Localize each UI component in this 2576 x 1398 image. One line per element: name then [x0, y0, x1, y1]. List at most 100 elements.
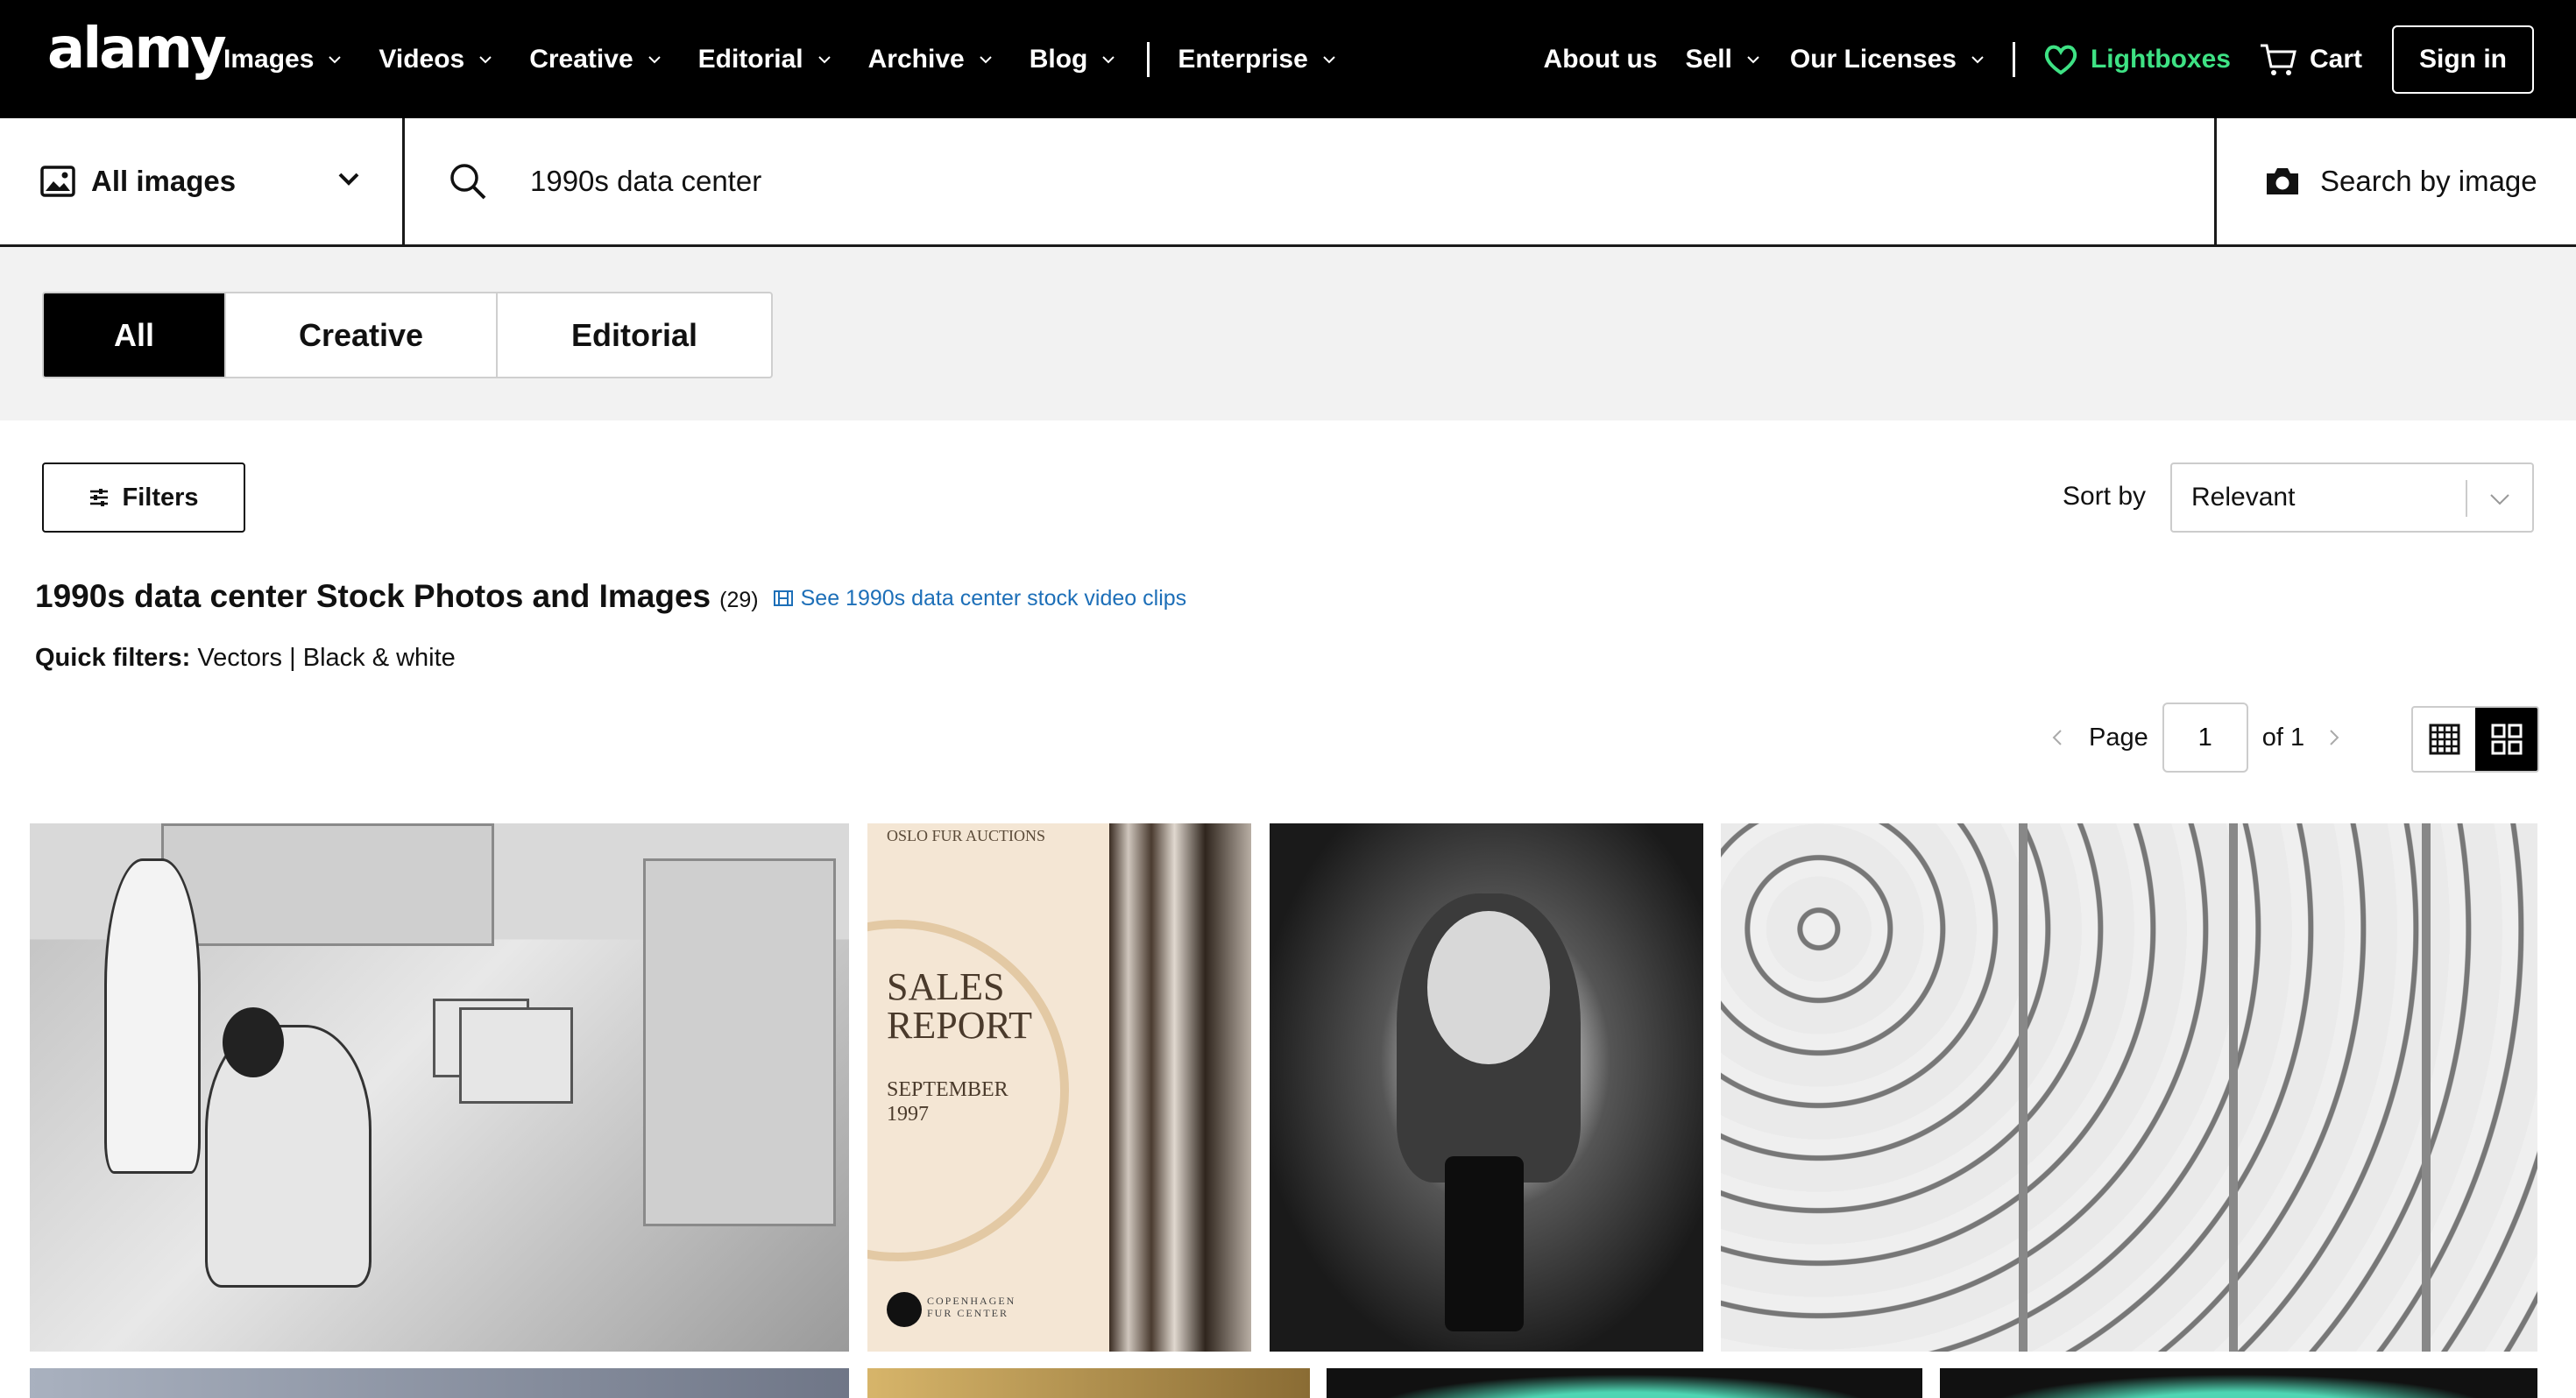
- search-input[interactable]: [530, 155, 2195, 208]
- rack-post: [2229, 823, 2238, 1352]
- search-bar: All images Search by image: [0, 118, 2576, 247]
- view-toggle: [2411, 706, 2539, 773]
- face: [1427, 911, 1550, 1064]
- quick-filters-label: Quick filters:: [35, 644, 191, 672]
- chevron-down-icon: [329, 55, 342, 63]
- quick-filters: Quick filters: Vectors | Black & white: [35, 644, 456, 673]
- nav-about-us[interactable]: About us: [1544, 45, 1658, 74]
- content-type-tabs: All Creative Editorial: [42, 292, 773, 378]
- chevron-down-icon: [817, 55, 831, 63]
- chevron-down-icon: [648, 55, 661, 63]
- brochure-footer: COPENHAGEN FUR CENTER: [927, 1295, 1016, 1319]
- grid-large-icon: [2491, 724, 2522, 755]
- nav-cart-label: Cart: [2309, 44, 2362, 74]
- sign-in-button[interactable]: Sign in: [2392, 25, 2534, 94]
- grid-small-view-button[interactable]: [2413, 708, 2475, 771]
- nav-images[interactable]: Images: [223, 45, 343, 74]
- nav-creative[interactable]: Creative: [529, 45, 662, 74]
- next-page-button[interactable]: [2318, 728, 2350, 747]
- result-image[interactable]: [1270, 823, 1703, 1352]
- quick-filter-vectors[interactable]: Vectors: [197, 644, 282, 672]
- nav-our-licenses[interactable]: Our Licenses: [1790, 45, 1986, 74]
- search-by-image-label: Search by image: [2320, 165, 2537, 197]
- video-clips-link[interactable]: See 1990s data center stock video clips: [773, 585, 1187, 611]
- result-image[interactable]: [30, 823, 849, 1352]
- chevron-down-icon: [338, 173, 359, 186]
- sliders-icon: [90, 489, 109, 506]
- chevron-down-icon: [1747, 55, 1759, 63]
- brochure-title-line: REPORT: [887, 1004, 1033, 1047]
- sort-by-label: Sort by: [2063, 482, 2147, 511]
- tab-all[interactable]: All: [44, 293, 224, 377]
- nav-blog-label: Blog: [1029, 44, 1088, 74]
- chevron-right-icon: [2330, 730, 2339, 745]
- page-number-input[interactable]: [2162, 703, 2248, 773]
- result-image[interactable]: [1721, 823, 2537, 1352]
- telephone: [1445, 1156, 1524, 1331]
- filters-label: Filters: [122, 483, 199, 512]
- search-scope-dropdown[interactable]: All images: [0, 118, 405, 244]
- brochure-logo: [887, 1292, 922, 1327]
- nav-divider: [2012, 41, 2015, 77]
- brochure-date: SEPTEMBER 1997: [887, 1077, 1008, 1126]
- grid-large-view-button[interactable]: [2475, 708, 2537, 771]
- nav-enterprise[interactable]: Enterprise: [1178, 45, 1337, 74]
- head: [223, 1007, 284, 1077]
- result-image[interactable]: [867, 1368, 1310, 1398]
- result-image[interactable]: OSLO FUR AUCTIONS SALES REPORT SEPTEMBER 1…: [867, 823, 1251, 1352]
- quick-filter-black-white[interactable]: Black & white: [303, 644, 456, 672]
- results-count: (29): [719, 588, 759, 612]
- alamy-logo[interactable]: alamy: [47, 21, 227, 77]
- nav-sell[interactable]: Sell: [1686, 45, 1762, 74]
- sort-select[interactable]: Relevant: [2170, 462, 2534, 533]
- grid-small-icon: [2429, 724, 2459, 755]
- film-icon: [773, 590, 793, 606]
- top-navigation: alamy Images Videos Creative Editorial A…: [0, 0, 2576, 118]
- brochure-header: OSLO FUR AUCTIONS: [887, 827, 1046, 844]
- filters-button[interactable]: Filters: [42, 462, 245, 533]
- pagination: Page of 1: [2042, 703, 2350, 773]
- sort-divider: [2466, 480, 2467, 517]
- result-image[interactable]: [30, 1368, 849, 1398]
- chevron-down-icon: [1323, 55, 1335, 63]
- tab-editorial[interactable]: Editorial: [496, 293, 771, 377]
- nav-cart[interactable]: Cart: [2259, 42, 2362, 77]
- nav-licenses-label: Our Licenses: [1789, 44, 1957, 74]
- nav-archive[interactable]: Archive: [868, 45, 994, 74]
- page-total: of 1: [2261, 723, 2305, 752]
- heart-icon: [2044, 45, 2077, 74]
- nav-lightboxes-label: Lightboxes: [2090, 44, 2231, 74]
- brochure-title-line: SALES: [887, 965, 1005, 1008]
- search-scope-label: All images: [91, 165, 237, 197]
- results-heading: 1990s data center Stock Photos and Image…: [35, 578, 1186, 615]
- result-image[interactable]: [1327, 1368, 1922, 1398]
- search-by-image-button[interactable]: Search by image: [2214, 118, 2576, 244]
- rack-post: [2422, 823, 2431, 1352]
- nav-creative-label: Creative: [529, 44, 633, 74]
- server-cabinet: [643, 858, 836, 1226]
- prev-page-button[interactable]: [2042, 728, 2073, 747]
- brochure-year: 1997: [887, 1103, 929, 1126]
- standing-man: [104, 858, 201, 1174]
- chevron-down-icon: [1971, 55, 1984, 63]
- cart-icon: [2260, 44, 2296, 75]
- page-title: 1990s data center Stock Photos and Image…: [35, 578, 711, 614]
- nav-editorial[interactable]: Editorial: [698, 45, 833, 74]
- nav-archive-label: Archive: [867, 44, 965, 74]
- chevron-down-icon: [979, 55, 992, 63]
- server-cabinet: [161, 823, 494, 946]
- brochure-title: SALES REPORT: [887, 968, 1032, 1045]
- result-image[interactable]: [1940, 1368, 2537, 1398]
- chevron-left-icon: [2052, 730, 2062, 745]
- nav-images-label: Images: [223, 44, 315, 74]
- content-type-band: All Creative Editorial: [0, 247, 2576, 420]
- search-icon[interactable]: [449, 162, 487, 201]
- nav-lightboxes[interactable]: Lightboxes: [2043, 44, 2231, 75]
- nav-videos[interactable]: Videos: [379, 45, 494, 74]
- nav-divider: [1147, 41, 1150, 77]
- nav-enterprise-label: Enterprise: [1178, 44, 1308, 74]
- video-clips-label: See 1990s data center stock video clips: [800, 585, 1187, 611]
- tab-creative[interactable]: Creative: [224, 293, 496, 377]
- nav-blog[interactable]: Blog: [1030, 45, 1118, 74]
- image-icon: [40, 166, 75, 197]
